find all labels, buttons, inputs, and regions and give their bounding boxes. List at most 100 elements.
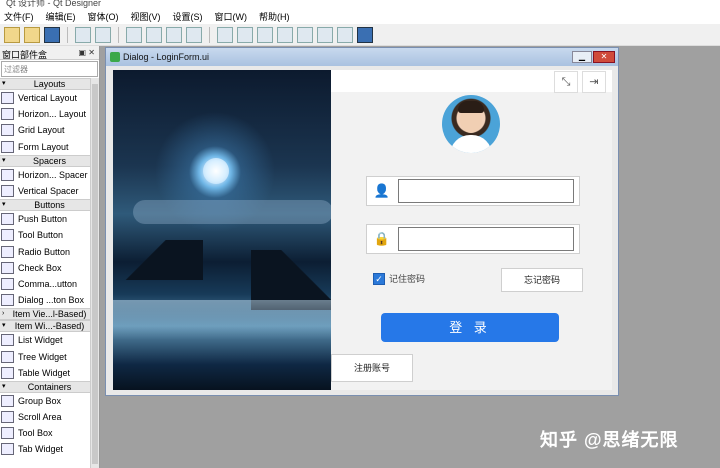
widget-item[interactable]: Check Box [0, 260, 99, 276]
push-button-icon [1, 213, 14, 226]
scrollbar-thumb[interactable] [92, 84, 98, 464]
avatar [442, 95, 500, 153]
widget-item[interactable]: Horizon... Spacer [0, 167, 99, 183]
chevron-down-icon: ▾ [2, 201, 6, 209]
menu-file[interactable]: 文件(F) [0, 10, 42, 23]
layout-v-splitter-icon[interactable] [277, 26, 293, 43]
widget-item[interactable]: Comma...utton [0, 276, 99, 292]
watermark: 知乎 @思绪无限 [540, 430, 679, 450]
chevron-down-icon: ▾ [2, 322, 6, 330]
menu-settings[interactable]: 设置(S) [169, 10, 211, 23]
widget-item[interactable]: Push Button [0, 211, 99, 227]
main-toolbar [0, 24, 720, 46]
widget-item[interactable]: Table Widget [0, 365, 99, 381]
widget-item[interactable]: Vertical Spacer [0, 183, 99, 199]
rock-shape [113, 240, 203, 280]
scroll-area-icon [1, 411, 14, 424]
widget-item[interactable]: Group Box [0, 393, 99, 409]
menu-view[interactable]: 视图(V) [127, 10, 169, 23]
paste-icon[interactable] [95, 26, 111, 43]
password-input[interactable] [398, 227, 574, 251]
wave-shape [113, 300, 331, 340]
edit-buddies-icon[interactable] [166, 26, 182, 43]
widget-item[interactable]: List Widget [0, 332, 99, 348]
widget-filter-input[interactable]: 过滤器 [1, 61, 98, 77]
category-containers[interactable]: ▾ Containers [0, 380, 99, 393]
close-button[interactable]: ✕ [593, 51, 615, 63]
widget-item[interactable]: Horizon... Layout [0, 106, 99, 122]
menu-form[interactable]: 窗体(O) [84, 10, 127, 23]
category-buttons[interactable]: ▾ Buttons [0, 199, 99, 212]
radio-button-icon [1, 245, 14, 258]
lock-icon: 🔒 [373, 231, 391, 246]
copy-icon[interactable] [75, 26, 91, 43]
tool-button-icon [1, 229, 14, 242]
widget-item[interactable]: Form Layout [0, 139, 99, 155]
register-button[interactable]: 注册账号 [331, 354, 413, 382]
widget-box-title: 窗口部件盒 [2, 50, 48, 60]
layout-horizontal-icon[interactable] [217, 26, 233, 43]
chevron-right-icon: › [2, 310, 5, 318]
grid-layout-icon [1, 124, 14, 137]
widget-box-scrollbar[interactable] [90, 78, 99, 468]
widget-item[interactable]: Radio Button [0, 244, 99, 260]
exit-icon[interactable]: ⇥ [582, 71, 606, 93]
moon-shape [203, 158, 229, 184]
login-button[interactable]: 登 录 [381, 313, 559, 342]
edit-signals-icon[interactable] [146, 26, 162, 43]
minimize-button[interactable]: ▁ [572, 51, 592, 63]
widget-item[interactable]: Vertical Layout [0, 90, 99, 106]
widget-item[interactable]: Grid Layout [0, 122, 99, 138]
edit-widgets-icon[interactable] [126, 26, 142, 43]
widget-item[interactable]: Tree Widget [0, 348, 99, 364]
checkbox-checked-icon[interactable]: ✓ [373, 272, 385, 285]
layout-vertical-icon[interactable] [237, 26, 253, 43]
moon-ocean-image [113, 70, 333, 390]
menu-bar: 文件(F) 编辑(E) 窗体(O) 视图(V) 设置(S) 窗口(W) 帮助(H… [0, 8, 720, 24]
qt-logo-icon [110, 52, 120, 62]
username-input[interactable] [398, 179, 574, 203]
password-row: 🔒 [366, 224, 580, 254]
check-box-icon [1, 261, 14, 274]
form-layout-icon [1, 140, 14, 153]
shrink-icon[interactable]: ⤡ [554, 71, 578, 93]
widget-item[interactable]: Scroll Area [0, 409, 99, 425]
widget-item[interactable]: Tool Button [0, 227, 99, 243]
chevron-down-icon: ▾ [2, 156, 6, 164]
cloud-shape [133, 200, 333, 224]
dock-float-close-icon[interactable]: ▣ ✕ [79, 48, 95, 57]
login-panel: ⤡ ⇥ 👤 🔒 ✓ 记住密码 忘记密码 登 录 注册账号 [331, 70, 612, 390]
dialog-window: Dialog - LoginForm.ui ▁ ✕ ⤡ ⇥ 👤 🔒 ✓ 记住密码 [105, 47, 619, 396]
category-spacers[interactable]: ▾ Spacers [0, 154, 99, 167]
widget-item[interactable]: Tab Widget [0, 441, 99, 457]
toolbar-separator [209, 26, 210, 43]
menu-window[interactable]: 窗口(W) [211, 10, 256, 23]
list-widget-icon [1, 334, 14, 347]
menu-help[interactable]: 帮助(H) [255, 10, 298, 23]
menu-edit[interactable]: 编辑(E) [42, 10, 84, 23]
chevron-down-icon: ▾ [2, 80, 6, 87]
category-layouts[interactable]: ▾ Layouts [0, 78, 99, 90]
remember-label: 记住密码 [389, 274, 426, 284]
command-link-icon [1, 277, 14, 290]
edit-tab-order-icon[interactable] [186, 26, 202, 43]
category-item-views[interactable]: › Item Vie...l-Based) [0, 308, 99, 321]
adjust-size-icon[interactable] [357, 26, 373, 43]
widget-item[interactable]: Tool Box [0, 425, 99, 441]
new-file-icon[interactable] [4, 26, 20, 43]
user-icon: 👤 [373, 183, 391, 198]
dialog-button-box-icon [1, 294, 14, 307]
save-icon[interactable] [44, 26, 60, 43]
dialog-titlebar: Dialog - LoginForm.ui ▁ ✕ [106, 48, 618, 66]
open-folder-icon[interactable] [24, 26, 40, 43]
layout-h-splitter-icon[interactable] [257, 26, 273, 43]
tree-widget-icon [1, 350, 14, 363]
remember-password-checkbox[interactable]: ✓ 记住密码 [373, 272, 425, 285]
break-layout-icon[interactable] [337, 26, 353, 43]
widget-item[interactable]: Dialog ...ton Box [0, 292, 99, 308]
username-row: 👤 [366, 176, 580, 206]
forgot-password-button[interactable]: 忘记密码 [501, 268, 583, 292]
category-item-widgets[interactable]: ▾ Item Wi...-Based) [0, 320, 99, 333]
layout-grid-icon[interactable] [297, 26, 313, 43]
layout-form-icon[interactable] [317, 26, 333, 43]
